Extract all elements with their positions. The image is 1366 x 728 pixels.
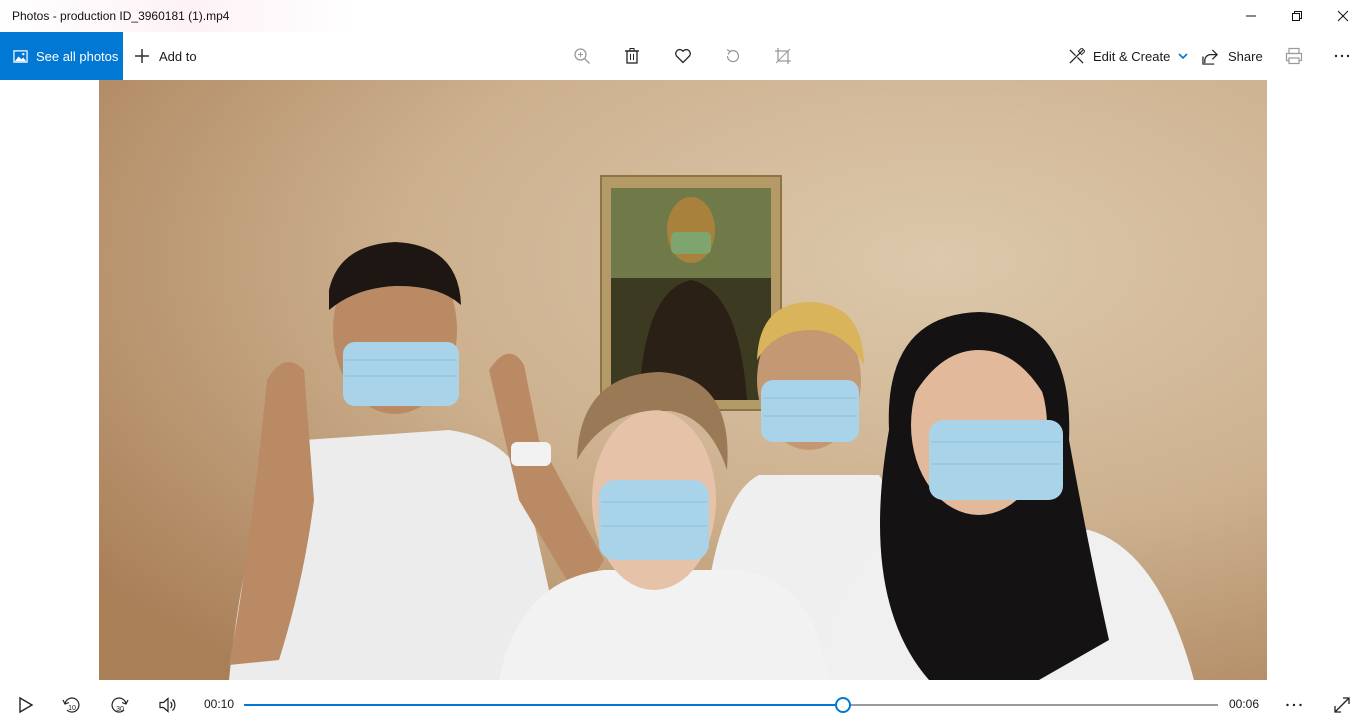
delete-button[interactable] bbox=[622, 46, 642, 66]
zoom-in-button[interactable] bbox=[572, 46, 592, 66]
favorite-heart-icon bbox=[675, 48, 691, 64]
video-frame-image bbox=[99, 80, 1267, 680]
add-to-label: Add to bbox=[159, 48, 197, 64]
edit-create-button[interactable]: Edit & Create bbox=[1068, 32, 1188, 80]
more-options-icon bbox=[1334, 54, 1350, 58]
gallery-icon bbox=[13, 49, 28, 63]
skip-back-label: 10 bbox=[68, 705, 76, 712]
volume-button[interactable] bbox=[157, 694, 179, 716]
fullscreen-button[interactable] bbox=[1331, 694, 1353, 716]
more-options-button[interactable] bbox=[1332, 46, 1352, 66]
skip-forward-30-icon: 30 bbox=[111, 697, 129, 713]
minimize-icon bbox=[1246, 15, 1256, 17]
see-all-photos-button[interactable]: See all photos bbox=[0, 32, 123, 80]
edit-create-label: Edit & Create bbox=[1093, 48, 1171, 64]
rotate-button[interactable] bbox=[723, 46, 743, 66]
share-button[interactable]: Share bbox=[1202, 32, 1263, 80]
video-stage bbox=[0, 80, 1366, 680]
restore-button[interactable] bbox=[1274, 0, 1320, 32]
delete-icon bbox=[625, 48, 639, 64]
skip-forward-label: 30 bbox=[116, 706, 124, 713]
play-button[interactable] bbox=[14, 694, 36, 716]
window-title: Photos - production ID_3960181 (1).mp4 bbox=[12, 9, 230, 23]
remaining-time: 00:06 bbox=[1229, 697, 1260, 711]
more-options-icon bbox=[1286, 703, 1302, 707]
seek-bar-thumb[interactable] bbox=[835, 697, 851, 713]
add-to-button[interactable]: Add to bbox=[134, 32, 197, 80]
player-controls: 10 30 00:10 00:06 bbox=[0, 680, 1366, 728]
skip-back-10-icon: 10 bbox=[62, 697, 80, 713]
crop-button[interactable] bbox=[773, 46, 793, 66]
elapsed-time: 00:10 bbox=[204, 697, 235, 711]
share-icon bbox=[1202, 48, 1218, 65]
crop-icon bbox=[775, 48, 791, 64]
toolbar: See all photos Add to Edit & Create Shar… bbox=[0, 32, 1366, 80]
title-bar: Photos - production ID_3960181 (1).mp4 bbox=[0, 0, 1366, 32]
share-label: Share bbox=[1228, 48, 1263, 64]
print-button[interactable] bbox=[1284, 46, 1304, 66]
skip-back-button[interactable]: 10 bbox=[60, 694, 82, 716]
seek-bar-progress bbox=[244, 704, 843, 706]
player-more-options-button[interactable] bbox=[1283, 694, 1305, 716]
play-icon bbox=[19, 696, 34, 714]
volume-icon bbox=[159, 697, 176, 713]
see-all-photos-label: See all photos bbox=[36, 48, 119, 64]
seek-bar[interactable] bbox=[244, 697, 1218, 713]
zoom-in-icon bbox=[574, 48, 590, 64]
rotate-icon bbox=[726, 48, 740, 63]
favorite-button[interactable] bbox=[673, 46, 693, 66]
close-icon bbox=[1337, 10, 1349, 22]
minimize-button[interactable] bbox=[1228, 0, 1274, 32]
fullscreen-icon bbox=[1334, 697, 1350, 713]
chevron-down-icon bbox=[1178, 53, 1188, 60]
restore-icon bbox=[1292, 11, 1302, 21]
edit-create-icon bbox=[1069, 47, 1085, 64]
close-button[interactable] bbox=[1320, 0, 1366, 32]
print-icon bbox=[1285, 47, 1303, 65]
skip-forward-button[interactable]: 30 bbox=[109, 694, 131, 716]
video-frame[interactable] bbox=[99, 80, 1267, 680]
plus-icon bbox=[135, 49, 149, 63]
